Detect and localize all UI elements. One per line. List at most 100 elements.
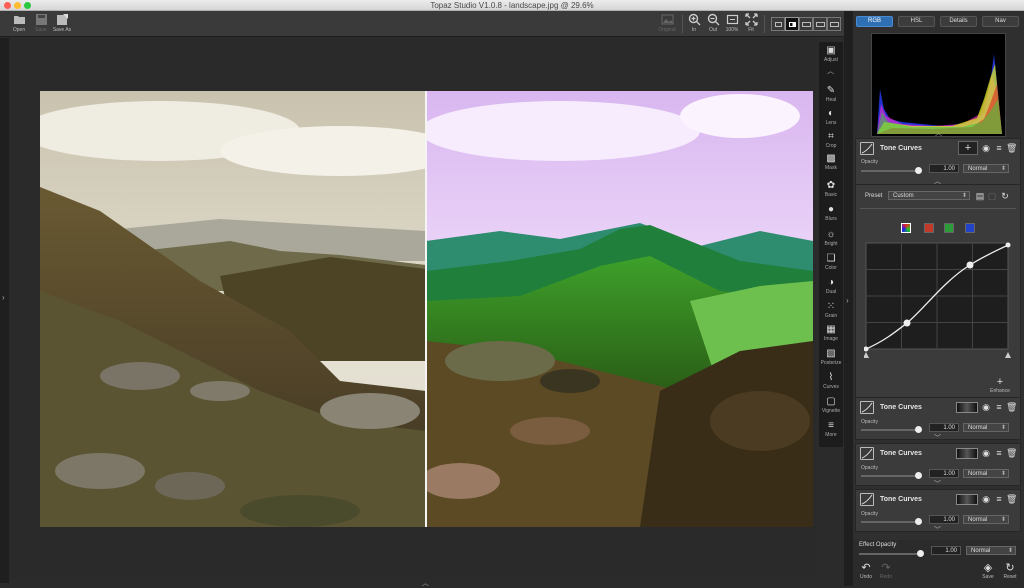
zoom-out-button[interactable]: Out xyxy=(705,13,721,33)
opacity-slider-knob[interactable] xyxy=(915,518,922,525)
expand-bottom-icon[interactable]: ︿ xyxy=(422,578,429,588)
menu-icon[interactable]: ≡ xyxy=(994,143,1004,153)
eye-icon[interactable]: ◉ xyxy=(981,494,991,504)
black-point-handle[interactable] xyxy=(864,352,869,358)
reset-button[interactable]: ↻ Reset xyxy=(1001,562,1019,580)
menu-icon[interactable]: ≡ xyxy=(994,448,1004,458)
opacity-slider[interactable] xyxy=(861,167,922,174)
opacity-slider-knob[interactable] xyxy=(915,167,922,174)
tool-label: Blurs xyxy=(825,216,837,222)
trash-icon[interactable]: 🗑 xyxy=(1006,402,1017,412)
collapse-tools-icon[interactable]: ︿ xyxy=(827,66,834,76)
blend-mode-select[interactable]: Normal xyxy=(963,164,1009,173)
blend-mode-select[interactable]: Normal xyxy=(963,469,1009,478)
stacked-view-button[interactable] xyxy=(827,17,841,31)
redo-button[interactable]: ↷ Redo xyxy=(877,562,895,580)
tool-vignette[interactable]: ▢ Vignette xyxy=(819,397,843,415)
eye-icon[interactable]: ◉ xyxy=(981,143,991,153)
opacity-value[interactable]: 1.00 xyxy=(929,423,959,432)
tool-color[interactable]: ❑ Color xyxy=(819,254,843,272)
tool-grain[interactable]: ⁙ Grain xyxy=(819,302,843,320)
tool-mask[interactable]: ▩ Mask xyxy=(819,154,843,172)
opacity-slider-knob[interactable] xyxy=(915,472,922,479)
tool-label: Bright xyxy=(824,241,838,247)
open-button[interactable]: Open xyxy=(9,13,29,33)
tool-more[interactable]: ≡ More xyxy=(819,421,843,439)
zoom-100-button[interactable]: 100% xyxy=(723,13,741,33)
tool-adjust[interactable]: ▣ Adjust xyxy=(819,46,843,64)
save-as-button[interactable]: Save As xyxy=(51,13,73,33)
document-icon[interactable]: ▤ xyxy=(975,191,985,201)
preset-select[interactable]: Custom xyxy=(888,191,970,200)
tab-hsl[interactable]: HSL xyxy=(898,16,935,27)
fit-button[interactable]: Fit xyxy=(743,13,759,33)
reset-preset-icon[interactable]: ↻ xyxy=(1000,191,1010,201)
save-as-icon xyxy=(56,14,68,25)
channel-blue-swatch[interactable] xyxy=(965,223,975,233)
undo-button[interactable]: ↶ Undo xyxy=(857,562,875,580)
fit-label: Fit xyxy=(748,27,754,33)
curve-point-white[interactable] xyxy=(1005,242,1011,248)
tool-bright[interactable]: ☼ Bright xyxy=(819,230,843,248)
blend-mode-select[interactable]: Normal xyxy=(963,423,1009,432)
tool-curves[interactable]: ⌇ Curves xyxy=(819,373,843,391)
expand-card-icon[interactable]: ﹀ xyxy=(934,479,941,489)
add-adjustment-button[interactable]: + xyxy=(958,141,978,155)
opacity-slider[interactable] xyxy=(861,472,922,479)
save-button[interactable]: Save xyxy=(31,13,51,33)
eye-icon[interactable]: ◉ xyxy=(981,402,991,412)
expand-card-icon[interactable]: ﹀ xyxy=(934,433,941,443)
opacity-slider-knob[interactable] xyxy=(915,426,922,433)
tool-heal[interactable]: ✎ Heal xyxy=(819,86,843,104)
opacity-value[interactable]: 1.00 xyxy=(929,515,959,524)
tab-nav[interactable]: Nav xyxy=(982,16,1019,27)
tool-image[interactable]: ▦ Image xyxy=(819,325,843,343)
collapse-histogram-icon[interactable]: ︿ xyxy=(935,128,942,138)
trash-icon[interactable]: 🗑 xyxy=(1006,143,1017,153)
blend-mode-select[interactable]: Normal xyxy=(963,515,1009,524)
tool-crop[interactable]: ⌗ Crop xyxy=(819,132,843,150)
layers-save-icon: ◈ xyxy=(983,562,993,574)
tool-blurs[interactable]: ● Blurs xyxy=(819,205,843,223)
effect-opacity-value[interactable]: 1.00 xyxy=(931,546,961,555)
original-button[interactable]: Original xyxy=(656,13,678,33)
channel-green-swatch[interactable] xyxy=(944,223,954,233)
split-view-button[interactable] xyxy=(785,17,799,31)
left-panel-toggle[interactable]: › xyxy=(0,38,9,583)
effect-opacity-slider[interactable] xyxy=(859,550,924,557)
enhance-button[interactable]: + Enhance xyxy=(986,376,1014,394)
zoom-in-button[interactable]: In xyxy=(686,13,702,33)
effect-opacity-knob[interactable] xyxy=(917,550,924,557)
opacity-slider[interactable] xyxy=(861,518,922,525)
single-view-button[interactable] xyxy=(771,17,785,31)
tool-basic[interactable]: ✿ Basic xyxy=(819,181,843,199)
white-point-handle[interactable] xyxy=(1005,352,1011,358)
tool-lens[interactable]: ◐ Lens xyxy=(819,109,843,127)
tab-details[interactable]: Details xyxy=(940,16,977,27)
tool-posterize[interactable]: ▧ Posterize xyxy=(819,349,843,367)
opacity-value[interactable]: 1.00 xyxy=(929,164,959,173)
trash-icon[interactable]: 🗑 xyxy=(1006,494,1017,504)
delete-preset-icon[interactable]: ▢ xyxy=(987,191,997,201)
eye-icon[interactable]: ◉ xyxy=(981,448,991,458)
channel-red-swatch[interactable] xyxy=(924,223,934,233)
photo-preview[interactable] xyxy=(40,91,813,527)
split-divider[interactable] xyxy=(425,91,427,527)
trash-icon[interactable]: 🗑 xyxy=(1006,448,1017,458)
opacity-value[interactable]: 1.00 xyxy=(929,469,959,478)
opacity-slider[interactable] xyxy=(861,426,922,433)
curve-point-highlights[interactable] xyxy=(966,261,974,269)
menu-icon[interactable]: ≡ xyxy=(994,494,1004,504)
right-panel-toggle[interactable]: › xyxy=(844,11,853,586)
tone-curve-graph[interactable] xyxy=(864,241,1012,361)
menu-icon[interactable]: ≡ xyxy=(994,402,1004,412)
curve-point-shadows[interactable] xyxy=(903,319,911,327)
save-preset-button[interactable]: ◈ Save xyxy=(979,562,997,580)
tool-dual[interactable]: ◑ Dual xyxy=(819,278,843,296)
effect-blend-select[interactable]: Normal xyxy=(966,546,1016,555)
side-by-side-button[interactable] xyxy=(799,17,813,31)
compare-quad-button[interactable] xyxy=(813,17,827,31)
channel-rgb-swatch[interactable] xyxy=(901,223,911,233)
tab-rgb[interactable]: RGB xyxy=(856,16,893,27)
expand-card-icon[interactable]: ﹀ xyxy=(934,525,941,535)
